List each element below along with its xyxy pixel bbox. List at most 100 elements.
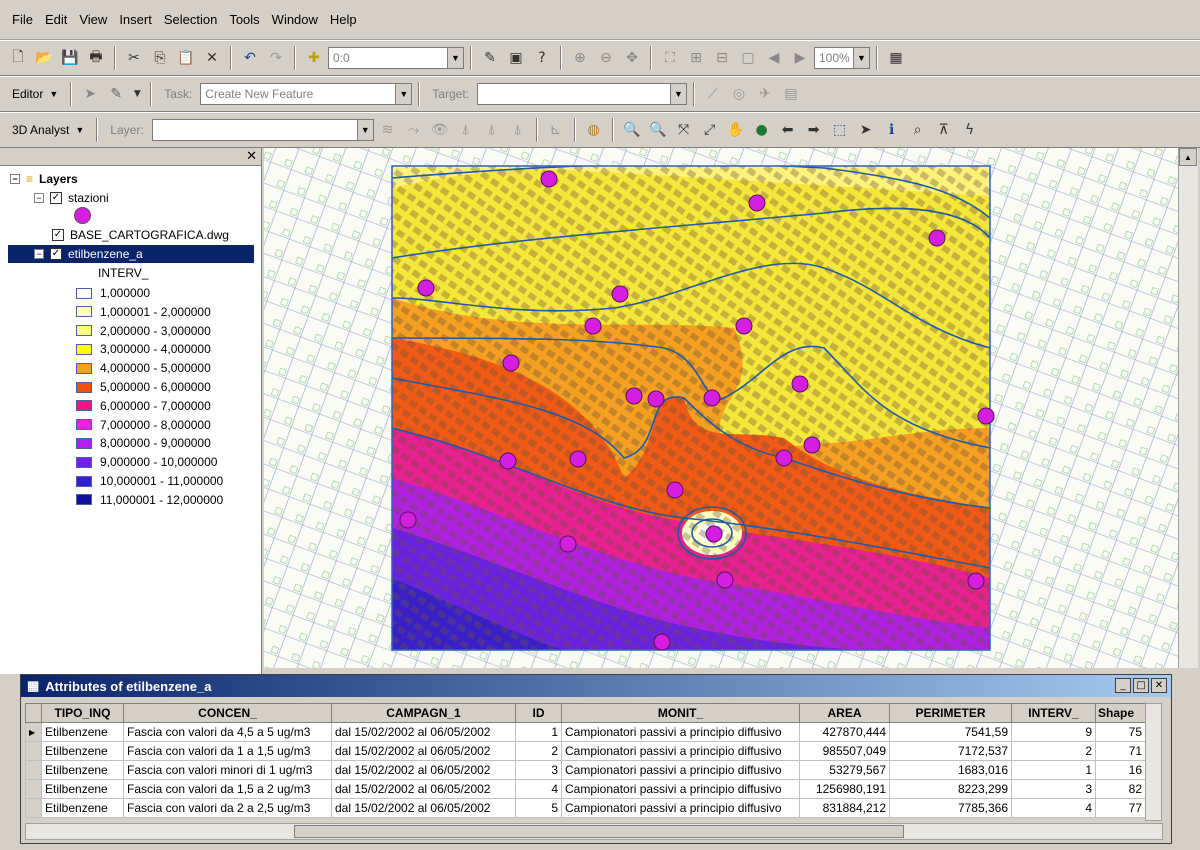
table-cell[interactable]: 71 xyxy=(1095,741,1146,761)
scroll-up-icon[interactable]: ▲ xyxy=(1179,148,1197,166)
table-row[interactable]: Etilbenzene Fascia con valori da 1 a 1,5 … xyxy=(25,741,1146,761)
table-cell[interactable]: 3 xyxy=(1011,779,1096,799)
whats-this-icon[interactable]: ? xyxy=(530,46,554,70)
save-icon[interactable]: 💾 xyxy=(58,46,82,70)
table-cell[interactable]: 831884,212 xyxy=(799,798,890,818)
table-cell[interactable]: 53279,567 xyxy=(799,760,890,780)
station-marker[interactable] xyxy=(705,525,723,543)
legend-item[interactable]: 11,000001 - 12,000000 xyxy=(76,491,223,509)
toc-layer-etilbenzene[interactable]: − ✓ etilbenzene_a xyxy=(8,245,254,263)
table-cell[interactable]: Etilbenzene xyxy=(41,760,124,780)
print-icon[interactable]: 🖶 xyxy=(84,46,108,70)
zoom-whole-page-icon[interactable]: ⛶ xyxy=(658,46,682,70)
table-cell[interactable]: Fascia con valori da 4,5 a 5 ug/m3 xyxy=(123,722,332,742)
column-header[interactable]: AREA xyxy=(799,703,890,723)
table-cell[interactable]: Campionatori passivi a principio diffusi… xyxy=(561,779,800,799)
cut-icon[interactable]: ✂ xyxy=(122,46,146,70)
sketch-properties-icon[interactable]: ▤ xyxy=(779,82,803,106)
next-extent-icon[interactable]: ➡ xyxy=(802,118,826,142)
split-tool-icon[interactable]: ⟋ xyxy=(701,82,725,106)
table-cell[interactable]: Campionatori passivi a principio diffusi… xyxy=(561,760,800,780)
table-cell[interactable]: 3 xyxy=(515,760,562,780)
select-features-icon[interactable]: ⬚ xyxy=(828,118,852,142)
3d-analyst-menu[interactable]: 3D Analyst ▼ xyxy=(6,123,90,137)
legend-item[interactable]: 8,000000 - 9,000000 xyxy=(76,434,211,452)
open-folder-icon[interactable]: 📂 xyxy=(32,46,56,70)
station-marker[interactable] xyxy=(791,375,809,393)
fixed-zoom-out-icon[interactable]: ⤢ xyxy=(698,118,722,142)
column-header[interactable]: MONIT_ xyxy=(561,703,800,723)
rotate-tool-icon[interactable]: ◎ xyxy=(727,82,751,106)
layer-checkbox[interactable]: ✓ xyxy=(52,229,64,241)
table-cell[interactable]: 7785,366 xyxy=(889,798,1012,818)
legend-item[interactable]: 1,000000 xyxy=(76,284,150,302)
table-cell[interactable]: Etilbenzene xyxy=(41,798,124,818)
column-header[interactable]: INTERV_ xyxy=(1011,703,1096,723)
column-header[interactable]: TIPO_INQ xyxy=(41,703,124,723)
legend-item[interactable]: 3,000000 - 4,000000 xyxy=(76,340,211,358)
station-marker[interactable] xyxy=(417,279,435,297)
table-cell[interactable]: dal 15/02/2002 al 06/05/2002 xyxy=(331,779,516,799)
layer-combo[interactable]: ▼ xyxy=(151,119,374,141)
layout-pan-icon[interactable]: ✥ xyxy=(620,46,644,70)
table-cell[interactable]: 82 xyxy=(1095,779,1146,799)
maximize-icon[interactable]: □ xyxy=(1133,678,1149,693)
steepest-path-icon[interactable]: ⤳ xyxy=(402,118,426,142)
minimize-icon[interactable]: _ xyxy=(1115,678,1131,693)
table-cell[interactable]: 1 xyxy=(1011,760,1096,780)
table-cell[interactable]: 77 xyxy=(1095,798,1146,818)
row-selector[interactable] xyxy=(25,798,42,818)
copy-icon[interactable]: ⎘ xyxy=(148,46,172,70)
menu-tools[interactable]: Tools xyxy=(223,12,265,27)
map-canvas[interactable] xyxy=(264,148,1178,668)
station-marker[interactable] xyxy=(653,633,671,651)
table-cell[interactable]: Campionatori passivi a principio diffusi… xyxy=(561,798,800,818)
sketch-tool-icon[interactable]: ✎ xyxy=(104,82,128,106)
row-selector[interactable]: ▶ xyxy=(25,722,42,742)
station-marker[interactable] xyxy=(559,535,577,553)
task-combo[interactable]: Create New Feature ▼ xyxy=(200,83,413,105)
table-cell[interactable]: Fascia con valori da 2 a 2,5 ug/m3 xyxy=(123,798,332,818)
table-row[interactable]: Etilbenzene Fascia con valori minori di 1… xyxy=(25,760,1146,780)
table-cell[interactable]: 1683,016 xyxy=(889,760,1012,780)
table-cell[interactable]: 16 xyxy=(1095,760,1146,780)
table-cell[interactable]: Etilbenzene xyxy=(41,722,124,742)
table-cell[interactable]: 427870,444 xyxy=(799,722,890,742)
editor-menu[interactable]: Editor ▼ xyxy=(6,87,64,101)
toc-layers-root[interactable]: − ≡ Layers xyxy=(10,170,78,188)
table-cell[interactable]: dal 15/02/2002 al 06/05/2002 xyxy=(331,741,516,761)
back-extent-icon[interactable]: ◀ xyxy=(762,46,786,70)
add-data-icon[interactable]: ✚ xyxy=(302,46,326,70)
column-header[interactable]: CAMPAGN_1 xyxy=(331,703,516,723)
menu-selection[interactable]: Selection xyxy=(158,12,223,27)
station-marker[interactable] xyxy=(716,571,734,589)
table-cell[interactable]: dal 15/02/2002 al 06/05/2002 xyxy=(331,760,516,780)
hyperlink-lightning-icon[interactable]: ϟ xyxy=(958,118,982,142)
legend-item[interactable]: 5,000000 - 6,000000 xyxy=(76,378,211,396)
station-marker[interactable] xyxy=(666,481,684,499)
chevron-down-icon[interactable]: ▼ xyxy=(356,120,373,140)
table-cell[interactable]: 7172,537 xyxy=(889,741,1012,761)
table-cell[interactable]: 2 xyxy=(515,741,562,761)
station-marker[interactable] xyxy=(803,436,821,454)
close-icon[interactable]: ✕ xyxy=(1151,678,1167,693)
layout-zoom-combo[interactable]: 100% ▼ xyxy=(814,47,870,69)
legend-item[interactable]: 4,000000 - 5,000000 xyxy=(76,359,211,377)
station-marker[interactable] xyxy=(584,317,602,335)
station-marker[interactable] xyxy=(499,452,517,470)
legend-item[interactable]: 10,000001 - 11,000000 xyxy=(76,472,223,490)
table-cell[interactable]: Fascia con valori minori di 1 ug/m3 xyxy=(123,760,332,780)
edit-tool-icon[interactable]: ➤ xyxy=(78,82,102,106)
find-binoculars-icon[interactable]: ⌕ xyxy=(906,118,930,142)
row-selector[interactable] xyxy=(25,741,42,761)
interpolate-polygon-icon[interactable]: ⍋ xyxy=(506,118,530,142)
table-cell[interactable]: dal 15/02/2002 al 06/05/2002 xyxy=(331,798,516,818)
legend-item[interactable]: 7,000000 - 8,000000 xyxy=(76,416,211,434)
measure-icon[interactable]: ⊼ xyxy=(932,118,956,142)
target-combo[interactable]: ▼ xyxy=(476,83,687,105)
table-cell[interactable]: dal 15/02/2002 al 06/05/2002 xyxy=(331,722,516,742)
menu-file[interactable]: File xyxy=(6,12,39,27)
table-cell[interactable]: 75 xyxy=(1095,722,1146,742)
toc-layer-base[interactable]: ✓ BASE_CARTOGRAFICA.dwg xyxy=(52,226,229,244)
arctoolbox-icon[interactable]: ▣ xyxy=(504,46,528,70)
